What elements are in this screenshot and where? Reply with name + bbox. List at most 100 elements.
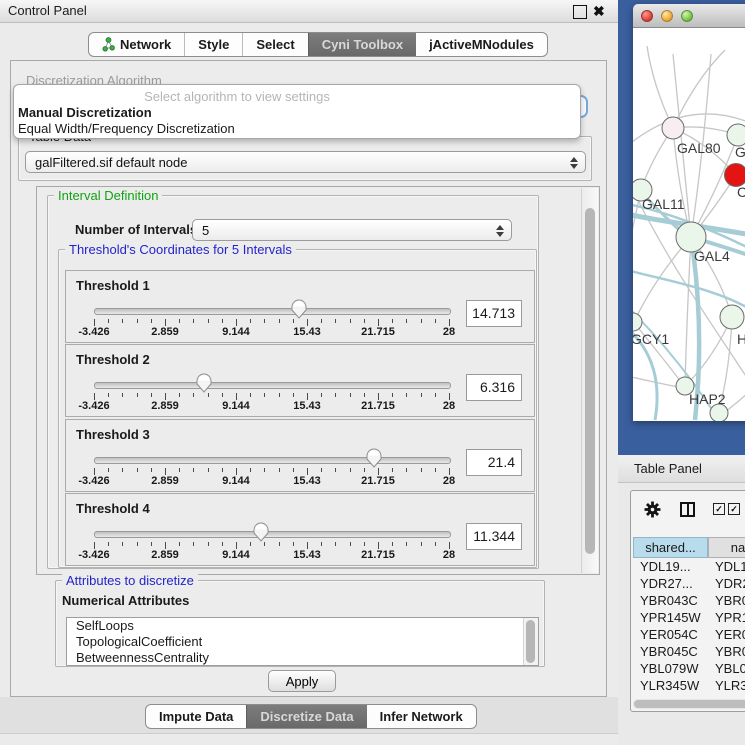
- slider-thumb[interactable]: [290, 298, 308, 322]
- cell-shared-name: YLR345W: [633, 677, 708, 694]
- tab-impute-data[interactable]: Impute Data: [146, 705, 246, 728]
- network-node[interactable]: [633, 313, 642, 331]
- threshold-value-field[interactable]: 11.344: [466, 523, 522, 550]
- cell-name: YER0: [708, 626, 745, 643]
- tick-label: 15.43: [293, 326, 321, 338]
- slider-tick: [392, 468, 393, 472]
- tick-label: 2.859: [151, 475, 179, 487]
- scrollbar-thumb[interactable]: [526, 620, 535, 663]
- table-panel-title: Table Panel: [634, 461, 702, 476]
- network-edge[interactable]: [673, 50, 725, 128]
- minimize-traffic-light-icon[interactable]: [661, 10, 673, 22]
- tick-label: 28: [443, 549, 455, 561]
- tab-jactivemnodules[interactable]: jActiveMNodules: [416, 33, 547, 56]
- control-panel-window: Control Panel ✖ Network Style Select Cyni T…: [0, 0, 618, 745]
- column-header-1[interactable]: shared...: [633, 537, 708, 558]
- zoom-traffic-light-icon[interactable]: [681, 10, 693, 22]
- slider-tick: [250, 393, 251, 397]
- tab-infer-network[interactable]: Infer Network: [367, 705, 476, 728]
- tab-label: Network: [120, 33, 171, 56]
- apply-button[interactable]: Apply: [268, 670, 336, 692]
- slider-tick: [350, 319, 351, 323]
- scrollbar-thumb[interactable]: [634, 700, 745, 708]
- list-item[interactable]: SelfLoops: [67, 618, 538, 634]
- slider-tick: [193, 319, 194, 323]
- tick-label: 9.144: [222, 475, 250, 487]
- network-canvas[interactable]: GAL80GCGAL11GAL4GCY1HHAP2: [633, 28, 745, 421]
- close-traffic-light-icon[interactable]: [641, 10, 653, 22]
- number-of-intervals-combobox[interactable]: 5: [192, 219, 512, 241]
- list-scrollbar[interactable]: [523, 618, 538, 665]
- settings-gear-icon[interactable]: [644, 501, 661, 521]
- slider-tick: [364, 393, 365, 397]
- slider-tick: [250, 319, 251, 323]
- table-row[interactable]: YBR045CYBR0: [633, 643, 745, 660]
- slider-thumb[interactable]: [252, 521, 270, 545]
- threshold-panel-2: Threshold 2-3.4262.8599.14415.4321.71528…: [65, 344, 535, 417]
- scrollbar-thumb[interactable]: [585, 208, 595, 554]
- algorithm-option-2[interactable]: Equal Width/Frequency Discretization: [18, 121, 235, 136]
- table-row[interactable]: YDR27...YDR2: [633, 575, 745, 592]
- slider-tick: [364, 542, 365, 546]
- network-node[interactable]: [727, 124, 745, 146]
- threshold-value-field[interactable]: 21.4: [466, 449, 522, 476]
- column-header-2[interactable]: na: [708, 537, 745, 558]
- close-icon[interactable]: ✖: [593, 5, 605, 17]
- slider-tick: [392, 319, 393, 323]
- slider-tick: [449, 542, 450, 549]
- tab-cyni-toolbox[interactable]: Cyni Toolbox: [308, 33, 416, 56]
- algorithm-option-1[interactable]: Manual Discretization: [18, 105, 152, 120]
- slider-tick: [151, 319, 152, 323]
- tab-discretize-data[interactable]: Discretize Data: [246, 705, 366, 728]
- list-item[interactable]: TopologicalCoefficient: [67, 634, 538, 650]
- table-row[interactable]: YDL19...YDL1: [633, 558, 745, 575]
- slider-track[interactable]: [94, 382, 451, 389]
- network-node[interactable]: [662, 117, 684, 139]
- slider-tick: [335, 542, 336, 546]
- horizontal-scrollbar[interactable]: [633, 699, 745, 709]
- cell-shared-name: YDR27...: [633, 575, 708, 592]
- tab-network[interactable]: Network: [89, 33, 184, 56]
- slider-tick: [335, 319, 336, 323]
- cell-name: YPR1: [708, 609, 745, 626]
- tab-label: Select: [256, 33, 294, 56]
- checkbox-icon[interactable]: ✓: [728, 503, 740, 515]
- slider-tick: [350, 542, 351, 546]
- slider-tick: [293, 393, 294, 397]
- threshold-value-field[interactable]: 14.713: [466, 300, 522, 327]
- table-row[interactable]: YER054CYER0: [633, 626, 745, 643]
- slider-thumb[interactable]: [365, 447, 383, 471]
- slider-tick: [335, 468, 336, 472]
- table-row[interactable]: YLR345WYLR3: [633, 677, 745, 694]
- numerical-attributes-list[interactable]: SelfLoopsTopologicalCoefficientBetweenne…: [66, 617, 539, 666]
- node-label: G: [735, 144, 745, 160]
- slider-track[interactable]: [94, 308, 451, 315]
- table-row[interactable]: YIL053CYIL0: [633, 694, 745, 698]
- table-row[interactable]: YBR043CYBR0: [633, 592, 745, 609]
- tab-select[interactable]: Select: [242, 33, 307, 56]
- float-window-icon[interactable]: [573, 5, 587, 19]
- network-edge[interactable]: [647, 46, 673, 128]
- slider-track[interactable]: [94, 457, 451, 464]
- table-data-combobox[interactable]: galFiltered.sif default node: [25, 151, 586, 173]
- slider-thumb[interactable]: [195, 372, 213, 396]
- split-columns-icon[interactable]: [680, 502, 695, 517]
- node-label: H: [737, 331, 745, 347]
- control-panel-titlebar: Control Panel ✖: [0, 0, 618, 23]
- slider-tick: [321, 542, 322, 546]
- cell-name: YBL0: [708, 660, 745, 677]
- slider-track[interactable]: [94, 531, 451, 538]
- threshold-value-field[interactable]: 6.316: [466, 374, 522, 401]
- table-row[interactable]: YBL079WYBL0: [633, 660, 745, 677]
- slider-tick: [208, 542, 209, 546]
- table-row[interactable]: YPR145WYPR1: [633, 609, 745, 626]
- tab-style[interactable]: Style: [184, 33, 242, 56]
- checkbox-icon[interactable]: ✓: [713, 503, 725, 515]
- network-edge[interactable]: [685, 237, 691, 384]
- vertical-scrollbar[interactable]: [581, 188, 598, 573]
- network-node[interactable]: [720, 305, 744, 329]
- list-item[interactable]: BetweennessCentrality: [67, 650, 538, 666]
- slider-tick: [449, 393, 450, 400]
- tab-label: Impute Data: [159, 705, 233, 728]
- slider-tick: [165, 393, 166, 400]
